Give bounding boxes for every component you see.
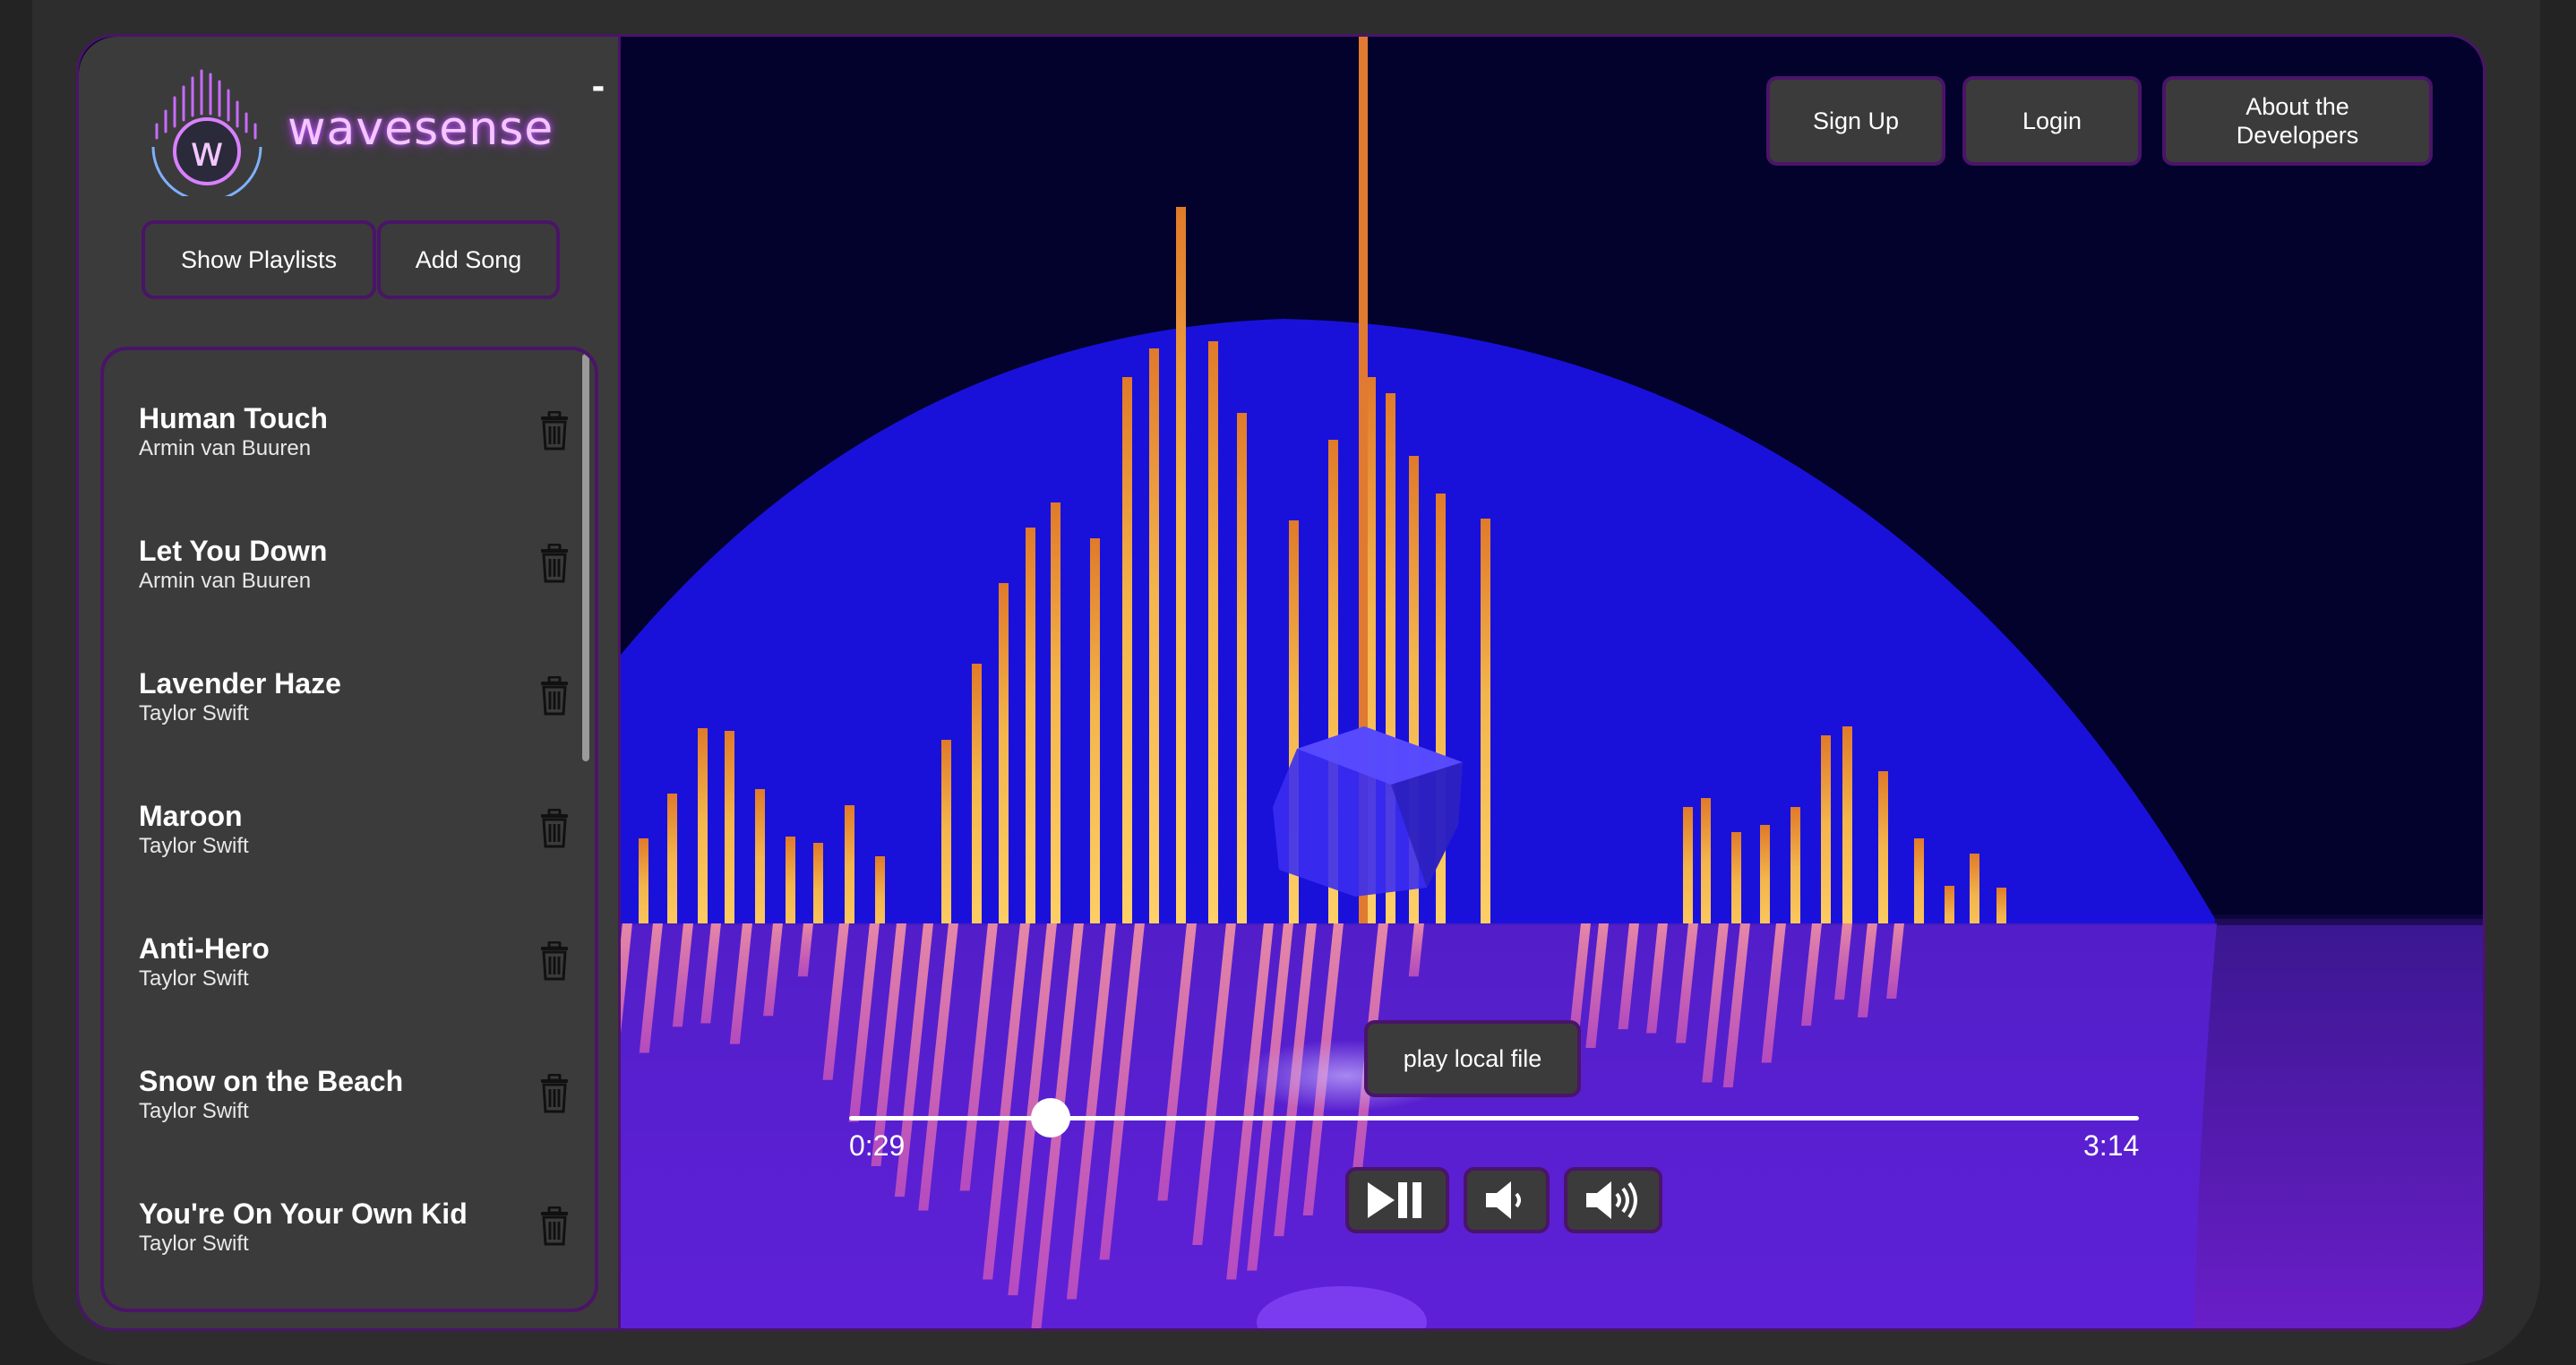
song-artist: Armin van Buuren — [139, 436, 312, 460]
song-item[interactable]: Anti-Hero Taylor Swift — [104, 880, 588, 1013]
wavesense-logo-icon: w — [151, 69, 262, 196]
song-item[interactable]: You're On Your Own Kid Taylor Swift — [104, 1146, 588, 1278]
show-playlists-button[interactable]: Show Playlists — [142, 220, 376, 299]
play-local-file-button[interactable]: play local file — [1364, 1020, 1581, 1097]
song-item[interactable]: Human Touch Armin van Buuren — [104, 350, 588, 483]
app-window: - w wavesense Show Playlists Add Song Hu… — [76, 34, 2486, 1331]
song-artist: Taylor Swift — [139, 966, 249, 991]
song-item[interactable]: Lavender Haze Taylor Swift — [104, 615, 588, 748]
visualizer-bar — [1176, 207, 1186, 923]
visualizer-bar — [1436, 494, 1446, 923]
login-button[interactable]: Login — [1962, 76, 2142, 166]
seek-bar[interactable] — [849, 1098, 2139, 1138]
seek-thumb[interactable] — [1030, 1098, 1070, 1138]
song-title: Maroon — [139, 800, 243, 832]
visualizer-bar — [1051, 502, 1060, 923]
volume-down-button[interactable] — [1464, 1167, 1550, 1233]
song-artist: Armin van Buuren — [139, 569, 312, 593]
song-title: Let You Down — [139, 535, 328, 567]
delete-song-icon[interactable] — [539, 1074, 570, 1113]
song-title: Human Touch — [139, 402, 328, 434]
svg-text:w: w — [190, 127, 224, 176]
visualizer-bar — [1026, 528, 1035, 923]
visualizer-bar — [999, 583, 1009, 923]
visualizer-bar — [1237, 413, 1247, 923]
sign-up-button[interactable]: Sign Up — [1766, 76, 1945, 166]
delete-song-icon[interactable] — [539, 1206, 570, 1246]
sidebar: - w wavesense Show Playlists Add Song Hu… — [79, 37, 621, 1328]
song-list[interactable]: Human Touch Armin van Buuren Let You Down A… — [100, 347, 598, 1312]
visualizer-bar — [1090, 538, 1100, 923]
about-developers-button[interactable]: About the Developers — [2162, 76, 2433, 166]
song-title: Snow on the Beach — [139, 1065, 404, 1097]
delete-song-icon[interactable] — [539, 544, 570, 583]
delete-song-icon[interactable] — [539, 809, 570, 848]
song-item[interactable]: Let You Down Armin van Buuren — [104, 483, 588, 615]
cube-object — [1273, 726, 1463, 897]
song-artist: Taylor Swift — [139, 701, 249, 725]
song-artist: Taylor Swift — [139, 1099, 249, 1123]
delete-song-icon[interactable] — [539, 941, 570, 981]
collapse-sidebar-button[interactable]: - — [582, 66, 614, 108]
delete-song-icon[interactable] — [539, 411, 570, 451]
play-pause-icon — [1368, 1182, 1421, 1218]
app-logo: w wavesense — [146, 62, 558, 196]
duration: 3:14 — [2083, 1129, 2140, 1162]
visualizer-bar — [1481, 519, 1490, 923]
volume-up-icon — [1586, 1181, 1637, 1219]
song-title: Lavender Haze — [139, 667, 341, 700]
visualizer-bar — [972, 664, 982, 923]
song-item[interactable]: Snow on the Beach Taylor Swift — [104, 1013, 588, 1146]
app-name: wavesense — [288, 102, 554, 156]
current-time: 0:29 — [849, 1129, 906, 1162]
song-item[interactable]: Maroon Taylor Swift — [104, 748, 588, 880]
visualizer-bar — [1208, 341, 1218, 923]
add-song-button[interactable]: Add Song — [377, 220, 560, 299]
song-title: You're On Your Own Kid — [139, 1198, 468, 1230]
visualizer-bar — [1122, 377, 1132, 923]
visualizer-bar — [1149, 348, 1159, 923]
visualizer-bar — [1289, 520, 1299, 923]
play-pause-button[interactable] — [1345, 1167, 1449, 1233]
volume-down-icon — [1486, 1181, 1521, 1219]
song-title: Anti-Hero — [139, 932, 270, 965]
delete-song-icon[interactable] — [539, 676, 570, 716]
song-artist: Taylor Swift — [139, 1232, 249, 1256]
song-artist: Taylor Swift — [139, 834, 249, 858]
volume-up-button[interactable] — [1564, 1167, 1662, 1233]
